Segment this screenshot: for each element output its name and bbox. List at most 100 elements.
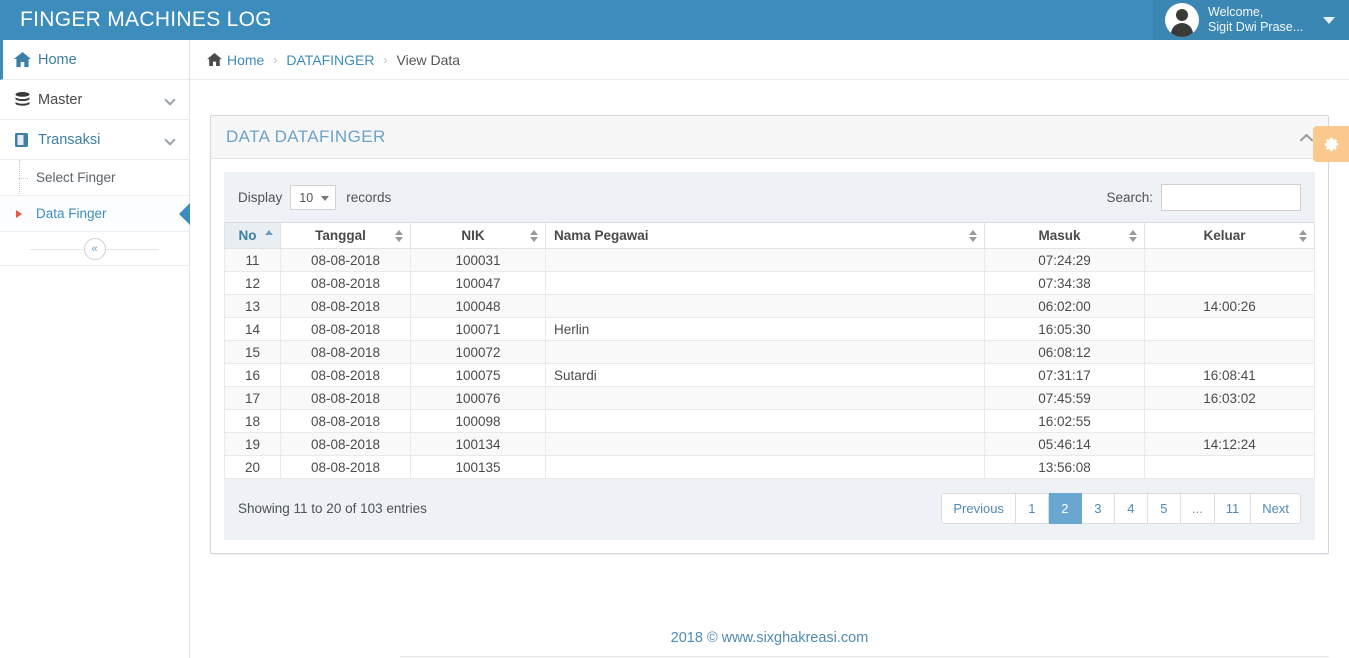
pagination-page-3[interactable]: 3	[1081, 493, 1115, 524]
table-header-row: No Tanggal NIK Nama Pegawai Masuk Keluar	[224, 222, 1315, 249]
cell-keluar	[1144, 409, 1315, 433]
sidebar-collapse-row: «	[0, 232, 189, 266]
sidebar-item-select-finger[interactable]: Select Finger	[0, 160, 189, 196]
sort-asc-icon	[265, 229, 274, 242]
sidebar-item-select-finger-label: Select Finger	[36, 170, 116, 185]
sort-icon	[969, 229, 978, 242]
cell-no: 16	[224, 363, 281, 387]
pagination-page-11[interactable]: 11	[1214, 493, 1252, 524]
breadcrumb-home-link[interactable]: Home	[227, 52, 264, 68]
cell-nik: 100134	[410, 432, 546, 456]
column-header-nik[interactable]: NIK	[410, 222, 546, 249]
breadcrumb: Home › DATAFINGER › View Data	[190, 40, 1349, 80]
table-row: 15 08-08-2018 100072 06:08:12	[224, 340, 1315, 364]
cell-masuk: 07:24:29	[984, 248, 1145, 272]
database-icon	[14, 91, 38, 108]
table-row: 14 08-08-2018 100071 Herlin 16:05:30	[224, 317, 1315, 341]
table-body: 11 08-08-2018 100031 07:24:29 12 08-08-2018 10…	[224, 248, 1315, 479]
cell-tanggal: 08-08-2018	[280, 363, 411, 387]
panel-header: DATA DATAFINGER	[211, 116, 1328, 159]
sidebar-item-transaksi[interactable]: Transaksi	[0, 120, 189, 160]
breadcrumb-separator-icon: ›	[273, 52, 278, 67]
cell-no: 17	[224, 386, 281, 410]
caret-down-icon	[1323, 17, 1335, 24]
length-label: Display	[238, 190, 283, 205]
column-header-keluar-label: Keluar	[1203, 228, 1246, 243]
table-row: 18 08-08-2018 100098 16:02:55	[224, 409, 1315, 433]
cell-nama-pegawai: Herlin	[545, 317, 985, 341]
cell-masuk: 16:02:55	[984, 409, 1145, 433]
cell-no: 12	[224, 271, 281, 295]
table-row: 11 08-08-2018 100031 07:24:29	[224, 248, 1315, 272]
cell-masuk: 07:34:38	[984, 271, 1145, 295]
top-header-bar: FINGER MACHINES LOG Welcome, Sigit Dwi P…	[0, 0, 1349, 40]
column-header-masuk[interactable]: Masuk	[984, 222, 1145, 249]
sidebar-item-transaksi-label: Transaksi	[38, 131, 101, 148]
sidebar-collapse-button[interactable]: «	[83, 237, 106, 260]
cell-nama-pegawai	[545, 340, 985, 364]
cell-tanggal: 08-08-2018	[280, 455, 411, 479]
table-row: 20 08-08-2018 100135 13:56:08	[224, 455, 1315, 479]
active-pointer-icon	[179, 202, 190, 225]
cell-no: 14	[224, 317, 281, 341]
cell-masuk: 06:02:00	[984, 294, 1145, 318]
cell-nik: 100048	[410, 294, 546, 318]
cell-nama-pegawai	[545, 271, 985, 295]
pagination-page-1[interactable]: 1	[1015, 493, 1049, 524]
cell-no: 15	[224, 340, 281, 364]
home-icon	[14, 52, 38, 67]
sidebar-item-data-finger[interactable]: Data Finger	[0, 196, 190, 232]
cell-keluar: 14:12:24	[1144, 432, 1315, 456]
column-header-keluar[interactable]: Keluar	[1144, 222, 1315, 249]
cell-keluar	[1144, 248, 1315, 272]
cell-keluar	[1144, 455, 1315, 479]
sidebar-submenu-transaksi: Select Finger Data Finger	[0, 160, 190, 232]
sidebar-item-data-finger-label: Data Finger	[36, 206, 107, 221]
pagination-page-2[interactable]: 2	[1048, 493, 1082, 524]
pagination-page-4[interactable]: 4	[1114, 493, 1148, 524]
table-row: 13 08-08-2018 100048 06:02:00 14:00:26	[224, 294, 1315, 318]
cell-tanggal: 08-08-2018	[280, 271, 411, 295]
breadcrumb-separator-icon: ›	[383, 52, 388, 67]
breadcrumb-section-link[interactable]: DATAFINGER	[286, 52, 374, 68]
datatable-info: Showing 11 to 20 of 103 entries	[238, 501, 427, 516]
cell-no: 19	[224, 432, 281, 456]
table-head: No Tanggal NIK Nama Pegawai Masuk Keluar	[224, 222, 1315, 249]
column-header-no[interactable]: No	[224, 222, 281, 249]
breadcrumb-current: View Data	[396, 51, 461, 68]
user-menu[interactable]: Welcome, Sigit Dwi Prase...	[1153, 0, 1349, 40]
sort-icon	[530, 229, 539, 242]
column-header-tanggal[interactable]: Tanggal	[280, 222, 411, 249]
datatable-wrapper: Display 10 records Search: No Tanggal NI…	[224, 172, 1315, 540]
column-header-nama-pegawai[interactable]: Nama Pegawai	[545, 222, 985, 249]
pagination-page-5[interactable]: 5	[1147, 493, 1181, 524]
user-welcome-text: Welcome, Sigit Dwi Prase...	[1208, 5, 1303, 35]
caret-down-icon	[321, 195, 330, 201]
pagination-prev[interactable]: Previous	[941, 493, 1016, 524]
pagination-next[interactable]: Next	[1251, 493, 1301, 524]
cell-nama-pegawai	[545, 248, 985, 272]
cell-nama-pegawai	[545, 294, 985, 318]
cell-no: 13	[224, 294, 281, 318]
column-header-tanggal-label: Tanggal	[315, 228, 366, 243]
cell-masuk: 06:08:12	[984, 340, 1145, 364]
cell-masuk: 07:45:59	[984, 386, 1145, 410]
cell-nik: 100072	[410, 340, 546, 364]
sidebar-item-home[interactable]: Home	[0, 40, 189, 80]
cell-nama-pegawai	[545, 455, 985, 479]
app-brand-title: FINGER MACHINES LOG	[20, 8, 272, 31]
cell-masuk: 07:31:17	[984, 363, 1145, 387]
user-avatar-icon	[1165, 3, 1199, 37]
gear-icon[interactable]	[1313, 126, 1349, 162]
search-input[interactable]	[1161, 184, 1301, 211]
sidebar-item-home-label: Home	[38, 51, 77, 68]
table-row: 16 08-08-2018 100075 Sutardi 07:31:17 16:08:4…	[224, 363, 1315, 387]
cell-no: 20	[224, 455, 281, 479]
sidebar-item-master[interactable]: Master	[0, 80, 189, 120]
length-control: Display 10 records	[238, 185, 391, 210]
cell-keluar: 16:08:41	[1144, 363, 1315, 387]
length-select[interactable]: 10	[290, 185, 337, 210]
pagination-ellipsis: ...	[1180, 493, 1215, 524]
sort-icon	[1129, 229, 1138, 242]
table-row: 17 08-08-2018 100076 07:45:59 16:03:02	[224, 386, 1315, 410]
